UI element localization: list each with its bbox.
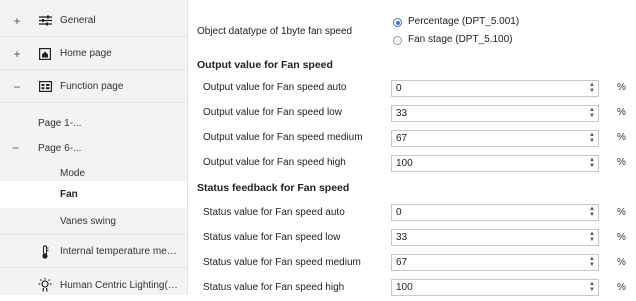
field-value: 67 <box>396 133 408 144</box>
sliders-icon <box>38 14 52 28</box>
spinner-icon[interactable]: ▲ ▼ <box>589 206 595 219</box>
sidebar-item-human-centric-lighting[interactable]: Human Centric Lighting(H... <box>0 269 187 301</box>
radio-fan-stage[interactable] <box>393 36 402 45</box>
expand-icon[interactable]: + <box>12 47 22 61</box>
output-medium-input[interactable]: 67 ▲ ▼ <box>391 130 599 147</box>
unit-label: % <box>617 207 626 218</box>
sidebar-item-label: Human Centric Lighting(H... <box>60 279 180 291</box>
output-high-label: Output value for Fan speed high <box>203 157 346 168</box>
radio-percentage-label[interactable]: Percentage (DPT_5.001) <box>408 16 519 27</box>
spinner-icon[interactable]: ▲ ▼ <box>589 231 595 244</box>
status-high-label: Status value for Fan speed high <box>203 282 345 293</box>
radio-percentage[interactable] <box>393 18 402 27</box>
spinner-icon[interactable]: ▲ ▼ <box>589 256 595 269</box>
expand-icon[interactable]: + <box>12 14 22 28</box>
spinner-icon[interactable]: ▲ ▼ <box>589 107 595 120</box>
spinner-icon[interactable]: ▲ ▼ <box>589 82 595 95</box>
status-section-title: Status feedback for Fan speed <box>197 182 350 194</box>
field-value: 100 <box>396 158 413 169</box>
sidebar-item-label: Home page <box>60 48 112 59</box>
output-auto-input[interactable]: 0 ▲ ▼ <box>391 80 599 97</box>
sidebar: + General + Home page − Function page Pa… <box>0 0 188 295</box>
status-auto-input[interactable]: 0 ▲ ▼ <box>391 204 599 221</box>
unit-label: % <box>617 132 626 143</box>
status-medium-label: Status value for Fan speed medium <box>203 257 361 268</box>
sidebar-item-function-page[interactable]: − Function page <box>0 71 187 103</box>
home-icon <box>38 47 52 61</box>
spinner-icon[interactable]: ▲ ▼ <box>589 157 595 170</box>
field-value: 0 <box>396 83 402 94</box>
datatype-label: Object datatype of 1byte fan speed <box>197 26 353 37</box>
sidebar-item-fan-selected[interactable]: Fan <box>0 181 187 208</box>
status-auto-label: Status value for Fan speed auto <box>203 207 345 218</box>
status-low-label: Status value for Fan speed low <box>203 232 341 243</box>
status-high-input[interactable]: 100 ▲ ▼ <box>391 279 599 296</box>
output-high-input[interactable]: 100 ▲ ▼ <box>391 155 599 172</box>
output-medium-label: Output value for Fan speed medium <box>203 132 363 143</box>
field-value: 0 <box>396 207 402 218</box>
output-low-input[interactable]: 33 ▲ ▼ <box>391 105 599 122</box>
output-section-title: Output value for Fan speed <box>197 59 333 71</box>
status-low-input[interactable]: 33 ▲ ▼ <box>391 229 599 246</box>
sidebar-item-mode[interactable]: Mode <box>60 168 85 179</box>
light-icon <box>38 278 52 292</box>
unit-label: % <box>617 257 626 268</box>
collapse-icon[interactable]: − <box>12 141 19 155</box>
unit-label: % <box>617 232 626 243</box>
collapse-icon[interactable]: − <box>12 80 22 94</box>
field-value: 100 <box>396 282 413 293</box>
unit-label: % <box>617 157 626 168</box>
sidebar-item-label: Internal temperature meas... <box>60 246 180 257</box>
field-value: 33 <box>396 232 408 243</box>
thermometer-icon <box>38 244 52 259</box>
sidebar-item-page-6[interactable]: Page 6-... <box>38 143 81 154</box>
field-value: 67 <box>396 257 408 268</box>
sidebar-item-label: Function page <box>60 81 124 92</box>
status-medium-input[interactable]: 67 ▲ ▼ <box>391 254 599 271</box>
output-low-label: Output value for Fan speed low <box>203 107 342 118</box>
divider <box>0 234 187 235</box>
spinner-icon[interactable]: ▲ ▼ <box>589 132 595 145</box>
sidebar-item-fan: Fan <box>60 189 78 200</box>
field-value: 33 <box>396 108 408 119</box>
sidebar-item-general[interactable]: + General <box>0 5 187 37</box>
sidebar-item-page-1[interactable]: Page 1-... <box>38 118 81 129</box>
unit-label: % <box>617 82 626 93</box>
sidebar-item-vanes-swing[interactable]: Vanes swing <box>60 216 116 227</box>
radio-fan-stage-label[interactable]: Fan stage (DPT_5.100) <box>408 34 513 45</box>
sidebar-item-home-page[interactable]: + Home page <box>0 38 187 70</box>
function-icon <box>38 80 52 94</box>
output-auto-label: Output value for Fan speed auto <box>203 82 347 93</box>
sidebar-item-internal-temperature[interactable]: Internal temperature meas... <box>0 236 187 268</box>
unit-label: % <box>617 107 626 118</box>
spinner-icon[interactable]: ▲ ▼ <box>589 281 595 294</box>
unit-label: % <box>617 282 626 293</box>
sidebar-item-label: General <box>60 15 96 26</box>
